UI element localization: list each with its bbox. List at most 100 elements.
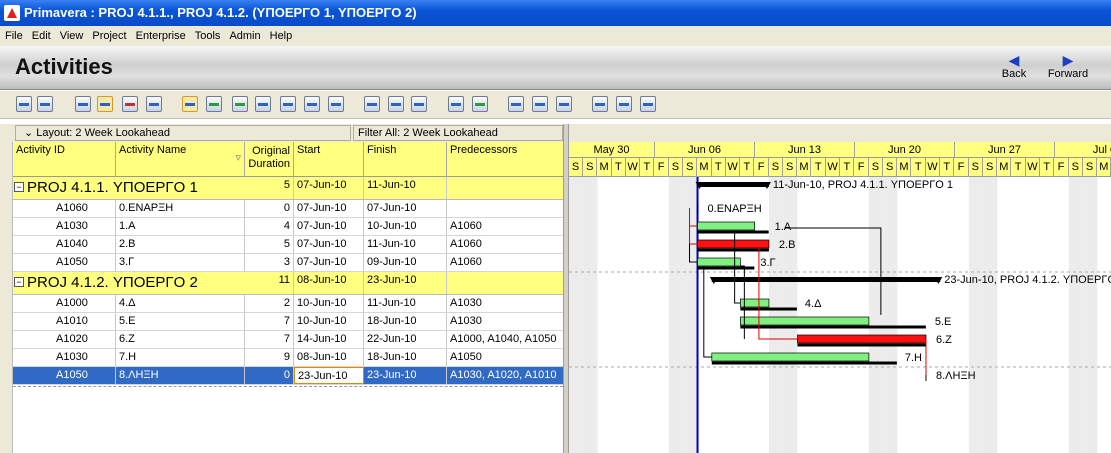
wbs-name: PROJ 4.1.2. ΥΠΟΕΡΓΟ 2 — [27, 274, 198, 291]
menu-help[interactable]: Help — [265, 26, 297, 46]
forward-label: Forward — [1047, 68, 1089, 80]
critical-activity-bar — [797, 334, 927, 344]
print-preview-icon[interactable] — [37, 96, 53, 112]
activity-id-cell: A1030 — [13, 218, 116, 235]
network-view-icon[interactable] — [146, 96, 162, 112]
activity-network-icon[interactable] — [304, 96, 320, 112]
activity-row-selected[interactable]: A1050 8.ΛΗΞΗ 0 23-Jun-10 23-Jun-10 A1030… — [13, 367, 563, 385]
activity-row[interactable]: A1060 0.ΕΝΑΡΞΗ 0 07-Jun-10 07-Jun-10 — [13, 200, 563, 218]
activity-bar-label: 1.Α — [775, 221, 792, 233]
columns-icon[interactable] — [364, 96, 380, 112]
activity-row[interactable]: A1010 5.Ε 7 10-Jun-10 18-Jun-10 A1030 — [13, 313, 563, 331]
column-header-start[interactable]: Start — [294, 142, 364, 177]
menu-view[interactable]: View — [55, 26, 88, 46]
timescale-icon[interactable] — [411, 96, 427, 112]
gantt-chart[interactable]: May 30 Jun 06 Jun 13 Jun 20 Jun 27 Jul 0… — [569, 142, 1111, 453]
activity-row[interactable]: A1040 2.Β 5 07-Jun-10 11-Jun-10 A1060 — [13, 236, 563, 254]
summary-bar — [697, 182, 769, 187]
gantt-bars-layer: 11-Jun-10, PROJ 4.1.1. ΥΠΟΕΡΓΟ 1 0.ΕΝΑΡΞΗ… — [689, 177, 1111, 453]
table-gantt-icon[interactable] — [97, 96, 113, 112]
column-header-original-duration[interactable]: Original Duration — [245, 142, 294, 177]
predecessors-cell — [447, 272, 563, 294]
column-header-activity-id[interactable]: Activity ID — [13, 142, 116, 177]
schedule-icon[interactable] — [328, 96, 344, 112]
menu-edit[interactable]: Edit — [27, 26, 55, 46]
menu-enterprise[interactable]: Enterprise — [131, 26, 190, 46]
activity-bar-label: 8.ΛΗΞΗ — [936, 370, 976, 382]
activity-id-cell: A1010 — [13, 313, 116, 330]
activity-name-cell: 1.Α — [116, 218, 245, 235]
bars-icon[interactable] — [388, 96, 404, 112]
summary-bar-label: 23-Jun-10, PROJ 4.1.2. ΥΠΟΕΡΓΟ 2 — [944, 274, 1111, 286]
page-header: Activities ◀ Back ▶ Forward — [0, 46, 1111, 90]
schedule-f9-icon[interactable] — [508, 96, 524, 112]
level-resources-icon[interactable] — [532, 96, 548, 112]
zoom-out-icon[interactable] — [616, 96, 632, 112]
activity-row[interactable]: A1030 7.Η 9 08-Jun-10 18-Jun-10 A1050 — [13, 349, 563, 367]
duration-cell: 7 — [245, 313, 294, 330]
forward-button[interactable]: ▶ Forward — [1046, 52, 1090, 80]
back-button[interactable]: ◀ Back — [992, 52, 1036, 80]
activity-table-icon[interactable] — [75, 96, 91, 112]
activity-bar — [740, 316, 870, 326]
start-cell: 07-Jun-10 — [294, 218, 364, 235]
progress-spotlight-icon[interactable] — [556, 96, 572, 112]
menu-project[interactable]: Project — [87, 26, 130, 46]
start-cell-active[interactable]: 23-Jun-10 — [294, 367, 364, 384]
trace-logic-icon[interactable] — [280, 96, 296, 112]
relationship-lines-icon[interactable] — [122, 96, 138, 112]
finish-cell: 23-Jun-10 — [364, 272, 447, 294]
duration-cell: 7 — [245, 331, 294, 348]
column-header-activity-name[interactable]: Activity Name ▿ — [116, 142, 245, 177]
forward-arrow-icon: ▶ — [1062, 52, 1074, 68]
duration-cell: 0 — [245, 200, 294, 217]
layout-options[interactable]: ⌄ Layout: 2 Week Lookahead — [15, 125, 351, 141]
duration-cell: 4 — [245, 218, 294, 235]
activity-name-cell: 8.ΛΗΞΗ — [116, 367, 245, 384]
activity-row[interactable]: A1020 6.Ζ 7 14-Jun-10 22-Jun-10 A1000, A… — [13, 331, 563, 349]
activity-bar — [711, 352, 870, 362]
menu-admin[interactable]: Admin — [224, 26, 264, 46]
relationship-line — [703, 266, 712, 358]
activity-table: Activity ID Activity Name ▿ Original Dura… — [13, 142, 563, 453]
predecessors-cell — [447, 200, 563, 217]
layout-chevron-icon: ⌄ — [24, 127, 37, 139]
predecessors-cell: A1060 — [450, 220, 482, 232]
bottom-layout-icon[interactable] — [182, 96, 198, 112]
print-icon[interactable] — [16, 96, 32, 112]
resource-profile-icon[interactable] — [232, 96, 248, 112]
wbs-row[interactable]: − PROJ 4.1.1. ΥΠΟΕΡΓΟ 1 5 07-Jun-10 11-J… — [13, 177, 563, 200]
duration-cell: 0 — [245, 367, 294, 384]
back-arrow-icon: ◀ — [1008, 52, 1020, 68]
activity-name-header-label: Activity Name — [119, 144, 187, 156]
activity-row[interactable]: A1030 1.Α 4 07-Jun-10 10-Jun-10 A1060 — [13, 218, 563, 236]
duration-cell: 9 — [245, 349, 294, 366]
activity-bar-label: 3.Γ — [760, 257, 775, 269]
start-cell: 07-Jun-10 — [294, 177, 364, 199]
relationship-line — [784, 227, 882, 315]
zoom-in-icon[interactable] — [592, 96, 608, 112]
finish-cell: 23-Jun-10 — [364, 367, 447, 384]
relationship-line — [689, 208, 698, 227]
resource-usage-icon[interactable] — [255, 96, 271, 112]
activity-bar — [697, 257, 741, 267]
start-cell: 10-Jun-10 — [294, 313, 364, 330]
predecessors-cell: A1050 — [450, 351, 482, 363]
group-sort-icon[interactable] — [472, 96, 488, 112]
activity-details-icon[interactable] — [206, 96, 222, 112]
zoom-fit-icon[interactable] — [640, 96, 656, 112]
menu-file[interactable]: File — [0, 26, 27, 46]
start-cell: 08-Jun-10 — [294, 272, 364, 294]
activity-row[interactable]: A1050 3.Γ 3 07-Jun-10 09-Jun-10 A1060 — [13, 254, 563, 272]
wbs-row[interactable]: − PROJ 4.1.2. ΥΠΟΕΡΓΟ 2 11 08-Jun-10 23-… — [13, 272, 563, 295]
sort-descending-icon: ▿ — [235, 152, 241, 164]
column-header-finish[interactable]: Finish — [364, 142, 447, 177]
activity-row[interactable]: A1000 4.Δ 2 10-Jun-10 11-Jun-10 A1030 — [13, 295, 563, 313]
title-bar: Primavera : PROJ 4.1.1., PROJ 4.1.2. (ΥΠ… — [0, 0, 1111, 26]
activity-id-cell: A1030 — [13, 349, 116, 366]
filter-icon[interactable] — [448, 96, 464, 112]
predecessors-cell: A1000, A1040, A1050 — [450, 333, 557, 345]
column-header-predecessors[interactable]: Predecessors — [447, 142, 563, 177]
menu-tools[interactable]: Tools — [190, 26, 225, 46]
filter-label: Filter All: 2 Week Lookahead — [353, 125, 563, 141]
